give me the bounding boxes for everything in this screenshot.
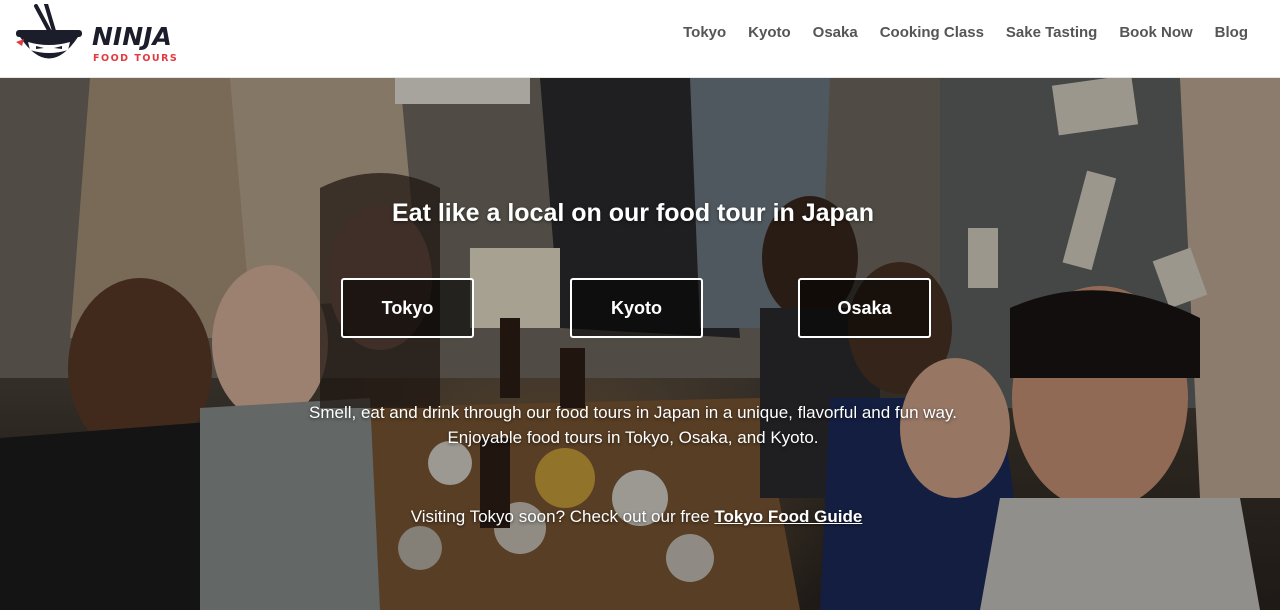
tokyo-guide-callout: Visiting Tokyo soon? Check out our free … (0, 507, 1273, 527)
nav-item-cooking-class[interactable]: Cooking Class (880, 24, 984, 42)
nav-item-sake-tasting[interactable]: Sake Tasting (1006, 24, 1097, 42)
hero-description: Smell, eat and drink through our food to… (309, 403, 957, 447)
hero-section: Eat like a local on our food tour in Jap… (0, 78, 1280, 610)
ninja-food-tours-logo[interactable]: NINJA FOOD TOURS (14, 4, 184, 70)
brand-tagline: FOOD TOURS (93, 53, 179, 64)
hero-heading: Eat like a local on our food tour in Jap… (391, 199, 874, 227)
kyoto-tour-button[interactable]: Kyoto (570, 278, 703, 338)
hero-dark-overlay (0, 78, 1280, 610)
site-header: NINJA FOOD TOURS Tokyo Kyoto Osaka Cooki… (0, 0, 1280, 78)
nav-item-osaka[interactable]: Osaka (813, 24, 858, 42)
guide-prefix-text: Visiting Tokyo soon? Check out our free (410, 507, 715, 526)
brand-name: NINJA (92, 22, 172, 51)
nav-item-kyoto[interactable]: Kyoto (748, 24, 791, 42)
nav-item-book-now[interactable]: Book Now (1119, 24, 1192, 42)
ninja-bowl-icon (16, 4, 82, 59)
nav-item-tokyo[interactable]: Tokyo (683, 24, 726, 42)
main-nav: Tokyo Kyoto Osaka Cooking Class Sake Tas… (661, 24, 1248, 42)
tokyo-food-guide-link[interactable]: Tokyo Food Guide (714, 507, 862, 526)
tokyo-tour-button[interactable]: Tokyo (341, 278, 474, 338)
nav-item-blog[interactable]: Blog (1215, 24, 1248, 42)
osaka-tour-button[interactable]: Osaka (798, 278, 931, 338)
